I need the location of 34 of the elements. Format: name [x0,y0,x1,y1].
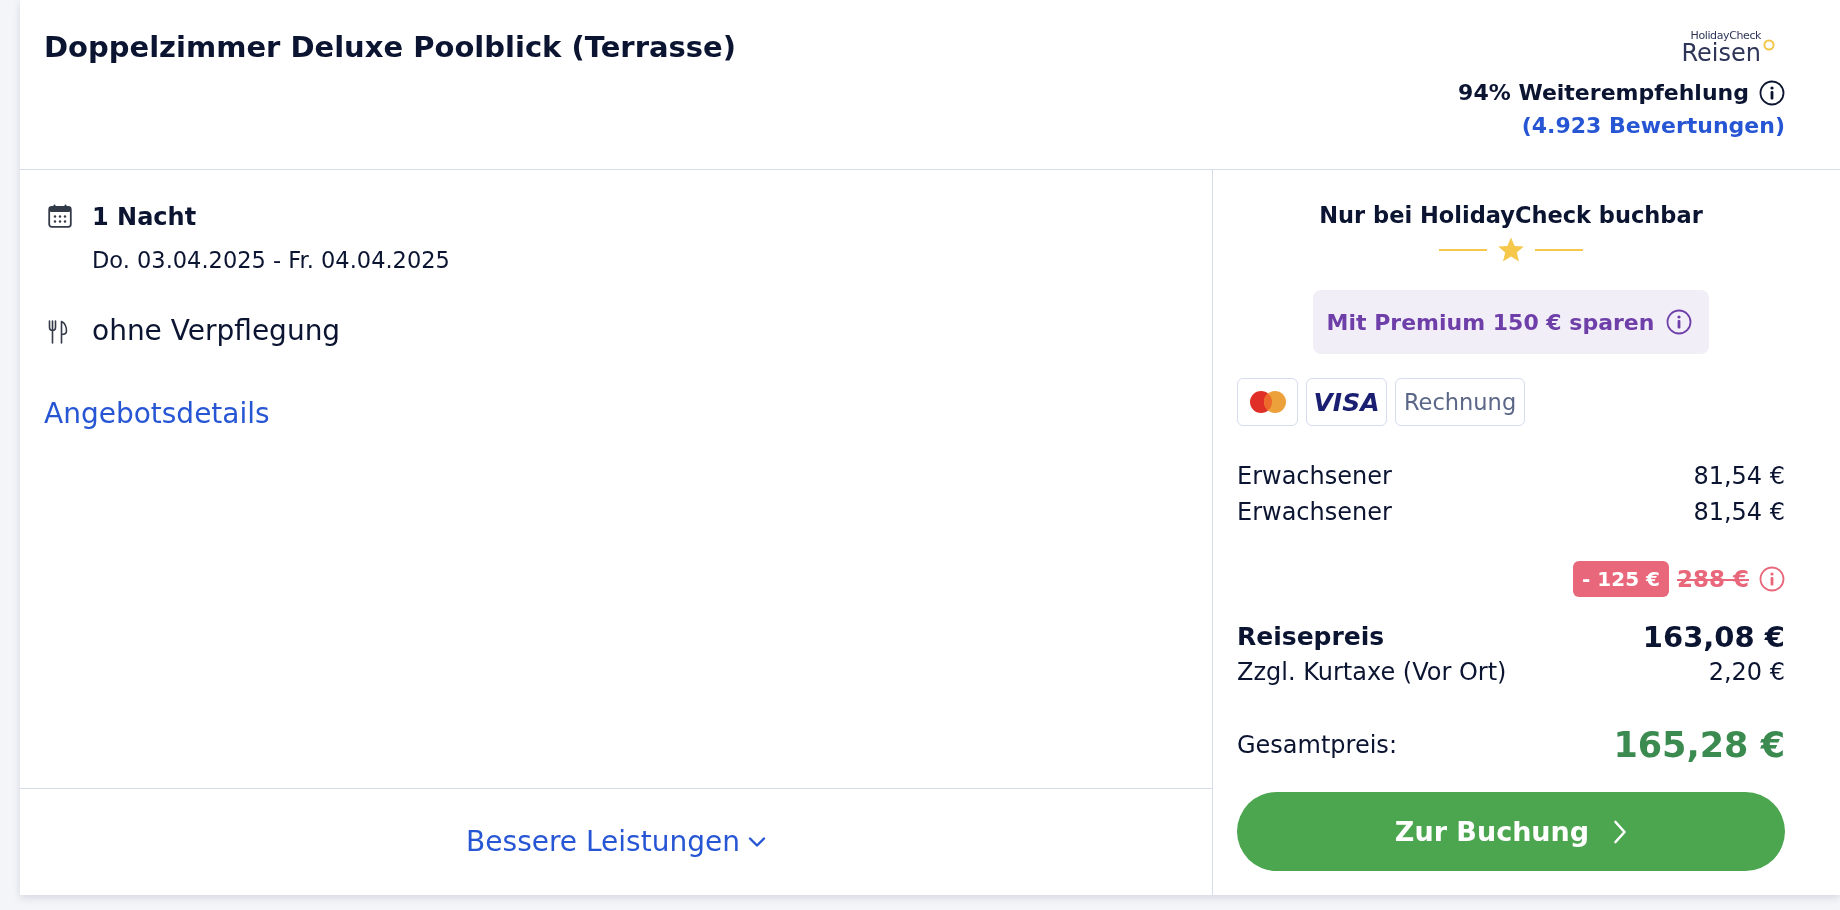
overlapping-circles-icon [1237,378,1298,426]
offer-details-link[interactable]: Angebotsdetails [44,398,270,430]
total-label: Gesamtpreis: [1237,730,1397,761]
info-icon[interactable] [1759,80,1785,106]
brand-name: Reisen [1681,42,1761,64]
brand-tagline: HolidayCheck [1690,30,1761,42]
room-title: Doppelzimmer Deluxe Poolblick (Terrasse) [44,30,736,64]
payment-method: Rechnung [1395,378,1526,426]
traveller-label: Erwachsener [1237,461,1392,492]
original-price: 288 € [1676,566,1749,592]
calendar-icon [48,204,72,228]
traveller-label: Erwachsener [1237,497,1392,528]
traveller-price: 81,54 € [1693,497,1785,528]
detail-title: ohne Verpflegung [92,316,341,346]
chevron-right-icon [1613,819,1628,844]
exclusive-note: Nur bei HolidayCheck buchbar [1319,201,1703,230]
info-icon[interactable] [1666,309,1693,335]
discount-tag: - 125 € [1573,561,1669,597]
traveller-price: 81,54 € [1693,461,1785,492]
fork-and-knife-icon [48,320,68,344]
fee-value: 2,20 € [1708,657,1785,687]
date-range: Do. 03.04.2025 - Fr. 04.04.2025 [92,246,450,274]
travel-price-value: 163,08 € [1642,619,1785,655]
recommendation-text: 94% Weiterempfehlung [1458,79,1749,107]
ring-icon [1763,39,1775,51]
total-price: 165,28 € [1613,724,1785,767]
detail-title: 1 Nacht [92,202,197,232]
premium-text: Mit Premium 150 € sparen [1326,309,1655,335]
reviews-link[interactable]: (4.923 Bewertungen) [1521,111,1785,141]
fee-label: Zzgl. Kurtaxe (Vor Ort) [1237,657,1507,687]
travel-price-label: Reisepreis [1237,621,1385,653]
payment-method: VISA [1306,378,1387,426]
star-icon [1497,236,1525,264]
better-services-button[interactable]: Bessere Leistungen [466,825,766,859]
